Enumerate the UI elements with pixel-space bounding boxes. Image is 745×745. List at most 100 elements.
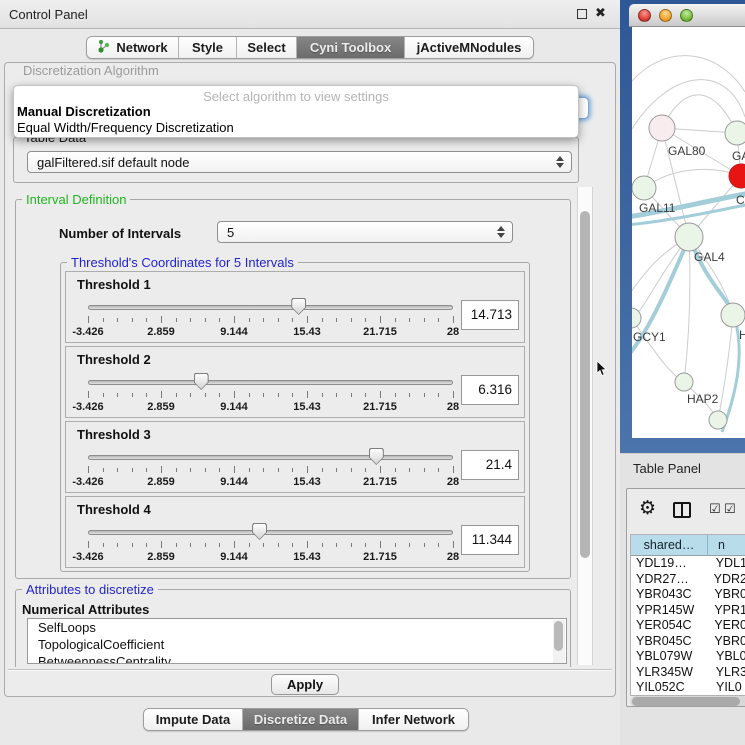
column-header-shared[interactable]: shared…	[631, 535, 708, 556]
column-header-name[interactable]: n	[708, 535, 745, 556]
slider-track[interactable]	[88, 305, 453, 310]
tab-label: Discretize Data	[254, 712, 347, 727]
network-node[interactable]	[709, 411, 727, 429]
table-data-group: Table Data galFiltered.sif default node	[13, 137, 579, 183]
tab-label: jActiveMNodules	[417, 40, 522, 55]
cell-name: YBL0	[708, 649, 745, 665]
network-node-hap2[interactable]	[675, 373, 693, 391]
tab-cyni-toolbox[interactable]: Cyni Toolbox	[297, 37, 405, 58]
tab-discretize-data[interactable]: Discretize Data	[243, 709, 359, 730]
stepper-arrows-icon	[497, 226, 505, 238]
control-panel-window: Control Panel ✖ Network Style SelectCyni T…	[0, 0, 620, 745]
network-node-c[interactable]	[729, 164, 745, 188]
slider-ticks	[66, 466, 524, 475]
columns-icon[interactable]	[673, 502, 691, 518]
slider-thumb[interactable]	[369, 448, 384, 465]
table-row[interactable]: YER054CYER0	[631, 618, 745, 634]
table-row[interactable]: YDL19…YDL1	[631, 556, 745, 572]
table-row[interactable]: YDR27…YDR2	[631, 572, 745, 588]
tab-network[interactable]: Network	[87, 37, 179, 58]
control-panel-title: Control Panel	[9, 7, 88, 22]
numerical-attributes-label: Numerical Attributes	[22, 602, 149, 617]
threshold-value-input[interactable]: 21.4	[461, 450, 519, 480]
gear-icon[interactable]: ⚙	[639, 497, 656, 520]
cell-name: YDL1	[708, 556, 745, 572]
cell-shared-name: YIL052C	[631, 680, 708, 696]
network-node-label: H	[739, 328, 745, 342]
algorithm-placeholder: Select algorithm to view settings	[14, 89, 578, 104]
list-item-betweennesscentrality[interactable]: BetweennessCentrality	[28, 653, 566, 664]
threshold-value-input[interactable]: 14.713	[461, 300, 519, 330]
cell-name: YBR0	[706, 634, 745, 650]
tab-select[interactable]: Select	[237, 37, 297, 58]
table-row[interactable]: YIL052CYIL0	[631, 680, 745, 696]
dropdown-item-manual-discretization[interactable]: Manual Discretization	[17, 104, 151, 119]
tab-label: Style	[192, 40, 223, 55]
number-of-intervals-value: 5	[227, 225, 234, 240]
slider-thumb[interactable]	[194, 373, 209, 390]
control-panel-titlebar: Control Panel ✖	[0, 0, 620, 29]
close-icon[interactable]: ✖	[595, 5, 606, 21]
slider-ticks	[66, 316, 524, 325]
network-canvas[interactable]: GAL80GACGAL11GAL4GCY1HHAP2	[632, 27, 745, 438]
network-node-gal4[interactable]	[675, 223, 703, 251]
checkbox-icon[interactable]: ☑	[724, 501, 736, 517]
table-data-combobox-value: galFiltered.sif default node	[37, 155, 189, 170]
list-scrollbar[interactable]	[553, 620, 565, 664]
number-of-intervals-combobox[interactable]: 5	[217, 221, 513, 243]
numerical-attributes-list[interactable]: SelfLoopsTopologicalCoefficientBetweenne…	[27, 618, 567, 664]
list-item-selfloops[interactable]: SelfLoops	[28, 619, 566, 636]
float-icon[interactable]	[577, 9, 587, 19]
dropdown-item-equal-width-frequency[interactable]: Equal Width/Frequency Discretization	[17, 120, 234, 135]
panel-vertical-scrollbar[interactable]	[577, 187, 593, 665]
network-node-gal80[interactable]	[649, 115, 675, 141]
table-horizontal-scrollbar[interactable]	[630, 696, 745, 707]
cell-name: YDR2	[706, 572, 745, 588]
discretization-algorithm-group-title: Discretization Algorithm	[19, 63, 163, 78]
threshold-label: Threshold 1	[77, 277, 151, 292]
table-row[interactable]: YPR145WYPR1	[631, 603, 745, 619]
cell-shared-name: YER054C	[631, 618, 706, 634]
table-row[interactable]: YBR045CYBR0	[631, 634, 745, 650]
tab-style[interactable]: Style	[179, 37, 237, 58]
minimize-light-icon[interactable]	[659, 9, 672, 22]
slider-track[interactable]	[88, 530, 453, 535]
threshold-panel-3: Threshold 3-3.4262.8599.14415.4321.71528…	[65, 421, 525, 493]
cell-shared-name: YBL079W	[631, 649, 708, 665]
checkbox-icon[interactable]: ☑	[709, 501, 721, 517]
slider-ticks	[66, 541, 524, 550]
table-row[interactable]: YBR043CYBR0	[631, 587, 745, 603]
table-panel-body: ⚙ ☑ ☑ shared… n YDL19…YDL1YDR27…YDR2YBR0…	[620, 482, 745, 745]
interval-definition-title: Interval Definition	[22, 192, 130, 207]
thresholds-group-title: Threshold's Coordinates for 5 Intervals	[67, 255, 298, 270]
stepper-arrows-icon	[556, 156, 564, 168]
table-row[interactable]: YBL079WYBL0	[631, 649, 745, 665]
threshold-panel-2: Threshold 2-3.4262.8599.14415.4321.71528…	[65, 346, 525, 418]
table-data-combobox[interactable]: galFiltered.sif default node	[27, 151, 572, 173]
screenshot-root: Control Panel ✖ Network Style SelectCyni T…	[0, 0, 745, 745]
tab-label: Impute Data	[156, 712, 230, 727]
slider-track[interactable]	[88, 455, 453, 460]
network-node-ga[interactable]	[725, 121, 745, 145]
slider-track[interactable]	[88, 380, 453, 385]
tab-infer-network[interactable]: Infer Network	[359, 709, 468, 730]
algorithm-dropdown-popup: Select algorithm to view settings Manual…	[13, 85, 579, 138]
slider-thumb[interactable]	[252, 523, 267, 540]
network-node-label: HAP2	[687, 392, 719, 406]
thresholds-group: Threshold's Coordinates for 5 Intervals …	[60, 262, 530, 572]
tab-jactivemnodules[interactable]: jActiveMNodules	[405, 37, 533, 58]
threshold-value-input[interactable]: 11.344	[461, 525, 519, 555]
threshold-label: Threshold 4	[77, 502, 151, 517]
apply-button[interactable]: Apply	[271, 674, 339, 695]
threshold-value-input[interactable]: 6.316	[461, 375, 519, 405]
slider-thumb[interactable]	[291, 298, 306, 315]
tab-impute-data[interactable]: Impute Data	[144, 709, 243, 730]
node-attribute-table[interactable]: shared… n YDL19…YDL1YDR27…YDR2YBR043CYBR…	[630, 534, 745, 696]
network-icon	[97, 39, 111, 56]
list-item-topologicalcoefficient[interactable]: TopologicalCoefficient	[28, 636, 566, 653]
network-node-gal11[interactable]	[632, 176, 656, 200]
table-row[interactable]: YLR345WYLR3	[631, 665, 745, 681]
zoom-light-icon[interactable]	[680, 9, 693, 22]
network-node-h[interactable]	[721, 303, 745, 327]
close-light-icon[interactable]	[638, 9, 651, 22]
